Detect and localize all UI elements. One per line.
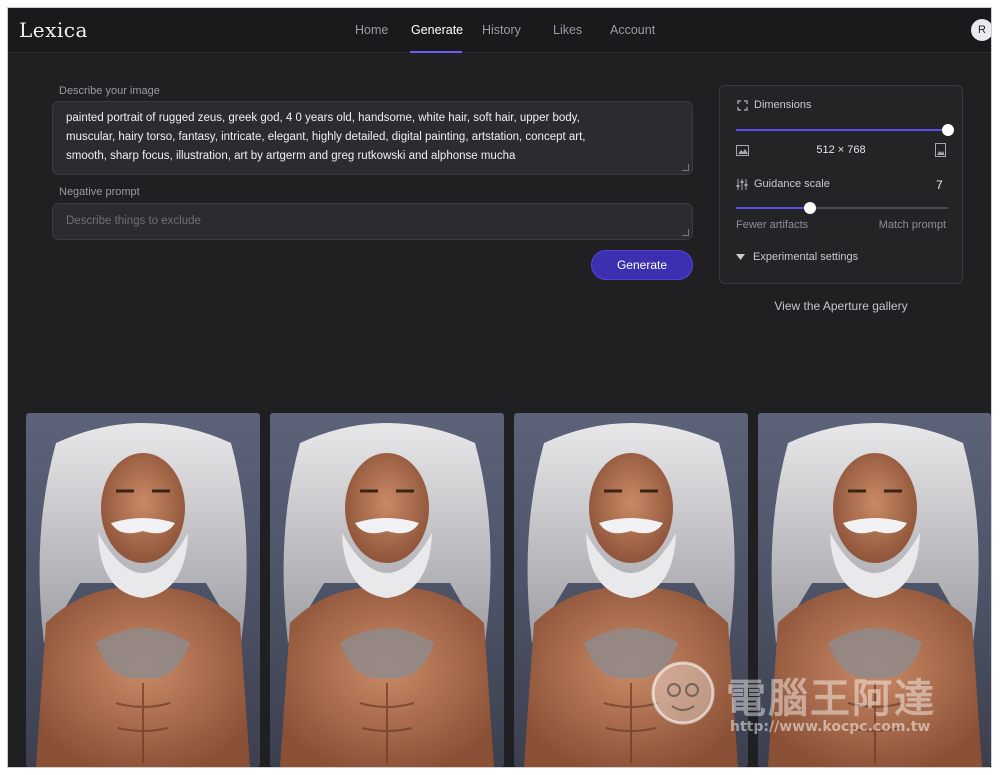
dimensions-slider-thumb[interactable] (942, 124, 954, 136)
guidance-slider-thumb[interactable] (804, 202, 816, 214)
negative-prompt-label: Negative prompt (59, 186, 140, 198)
guidance-scale-label: Guidance scale (754, 178, 830, 190)
generate-button[interactable]: Generate (591, 250, 693, 280)
portrait-image-icon[interactable] (935, 143, 946, 157)
active-tab-indicator (410, 51, 462, 53)
prompt-line-2: muscular, hairy torso, fantasy, intricat… (66, 131, 586, 143)
top-nav: Lexica Home Generate History Likes Accou… (8, 8, 991, 53)
negative-prompt-placeholder: Describe things to exclude (66, 215, 201, 227)
nav-likes[interactable]: Likes (553, 23, 582, 37)
nav-generate[interactable]: Generate (411, 23, 463, 37)
resize-handle-icon[interactable] (682, 164, 689, 171)
nav-home[interactable]: Home (355, 23, 388, 37)
lexica-logo[interactable]: Lexica (19, 18, 88, 42)
sliders-icon (736, 179, 748, 190)
dimensions-slider-fill (736, 129, 948, 131)
resize-handle-icon[interactable] (682, 229, 689, 236)
match-prompt-label: Match prompt (878, 219, 946, 231)
guidance-scale-value: 7 (936, 178, 943, 192)
mascot-logo-icon (651, 661, 715, 725)
dimensions-label: Dimensions (754, 99, 812, 111)
generated-image-2[interactable] (270, 413, 504, 767)
nav-account[interactable]: Account (610, 23, 655, 37)
generated-image-1[interactable] (26, 413, 260, 767)
fewer-artifacts-label: Fewer artifacts (736, 219, 809, 231)
prompt-line-3: smooth, sharp focus, illustration, art b… (66, 150, 516, 162)
aperture-gallery-link[interactable]: View the Aperture gallery (719, 299, 963, 313)
watermark-brand: 電腦王阿達 (726, 676, 936, 722)
prompt-line-1: painted portrait of rugged zeus, greek g… (66, 112, 580, 124)
user-avatar[interactable]: R (971, 19, 991, 41)
app-window: Lexica Home Generate History Likes Accou… (8, 8, 991, 767)
settings-panel: Dimensions 512 × 768 Guidance scale 7 Fe… (719, 85, 963, 284)
expand-icon (737, 100, 748, 111)
negative-prompt-input[interactable]: Describe things to exclude (52, 203, 693, 240)
nav-history[interactable]: History (482, 23, 521, 37)
caret-down-icon (736, 254, 745, 260)
prompt-input[interactable]: painted portrait of rugged zeus, greek g… (52, 101, 693, 175)
experimental-settings-toggle[interactable]: Experimental settings (736, 251, 916, 265)
watermark-url: http://www.kocpc.com.tw (730, 719, 931, 735)
prompt-label: Describe your image (59, 85, 160, 97)
dimensions-value: 512 × 768 (816, 144, 866, 156)
watermark: 電腦王阿達 http://www.kocpc.com.tw (648, 658, 968, 743)
experimental-settings-label: Experimental settings (753, 251, 859, 263)
guidance-slider-fill (736, 207, 810, 209)
